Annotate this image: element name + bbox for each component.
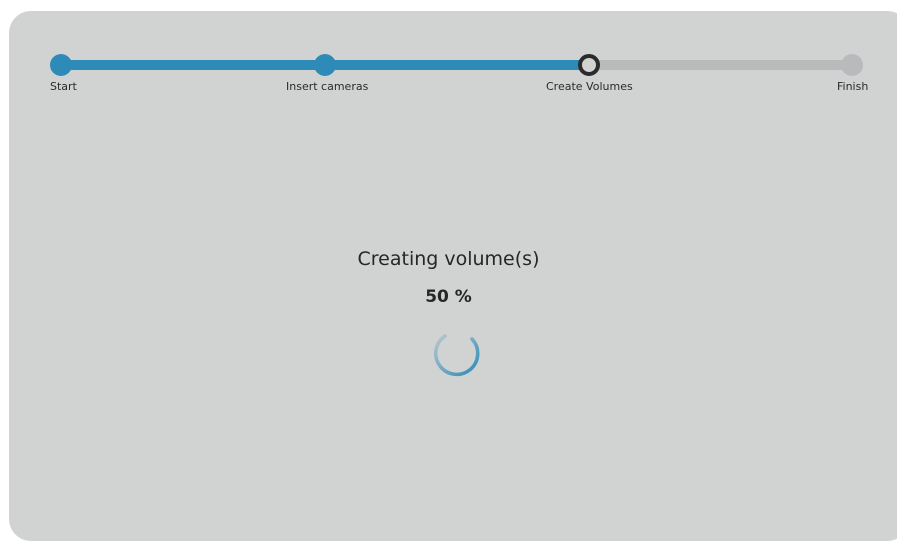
stepper-track-remaining (589, 60, 852, 70)
step-label-create-volumes: Create Volumes (546, 80, 633, 93)
progress-title: Creating volume(s) (357, 248, 540, 270)
step-label-finish: Finish (837, 80, 869, 93)
wizard-panel: Start Insert cameras Create Volumes Fini… (9, 11, 897, 541)
step-node-finish (841, 54, 863, 76)
progress-percent: 50 % (425, 287, 472, 307)
progress-stepper: Start Insert cameras Create Volumes Fini… (9, 11, 897, 111)
step-label-insert-cameras: Insert cameras (286, 80, 369, 93)
step-node-insert-cameras (314, 54, 336, 76)
step-node-start (50, 54, 72, 76)
step-label-start: Start (50, 80, 77, 93)
step-node-create-volumes (578, 54, 600, 76)
loading-spinner-icon (434, 334, 480, 377)
